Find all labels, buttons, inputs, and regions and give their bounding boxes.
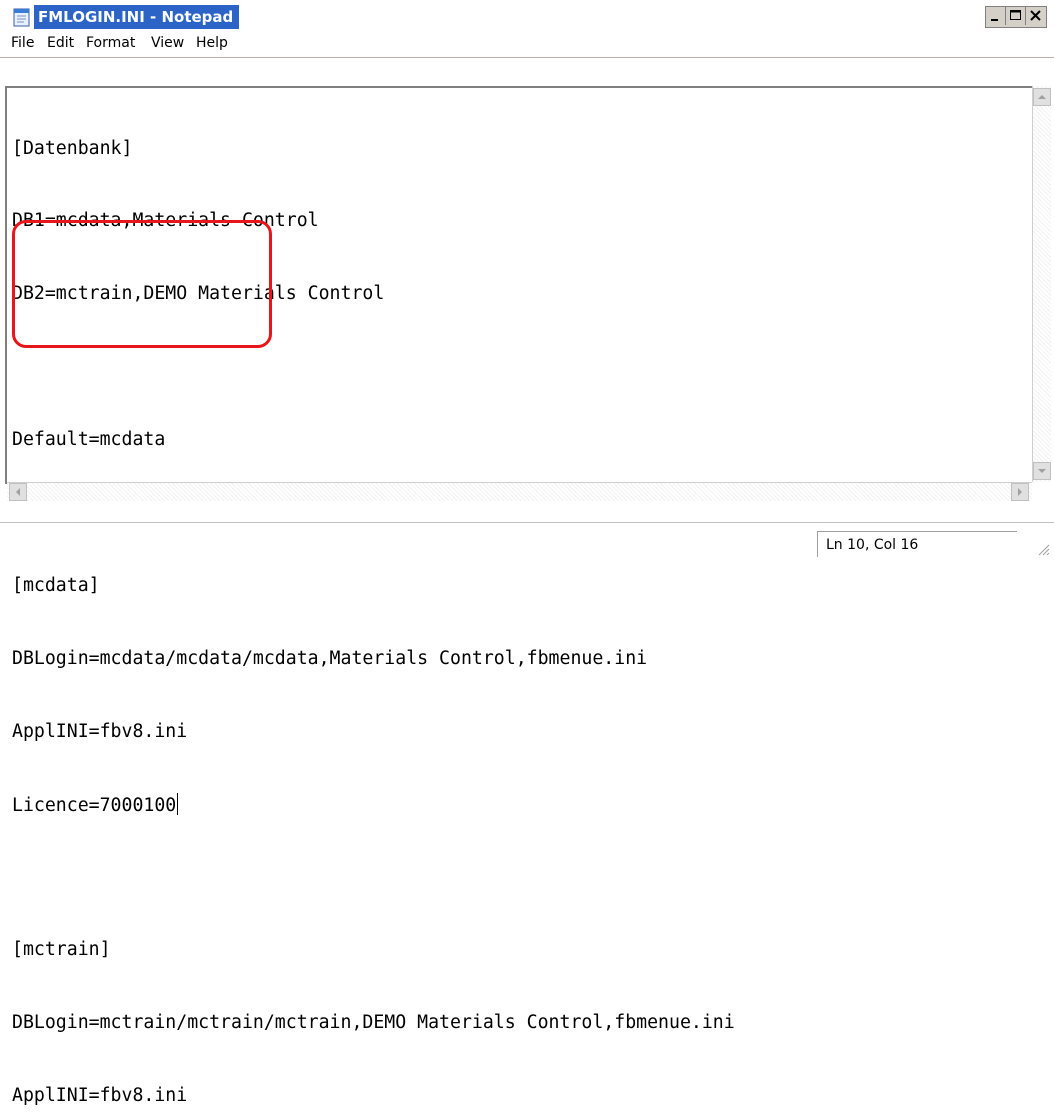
minimize-icon bbox=[991, 19, 998, 21]
arrow-left-icon bbox=[16, 488, 20, 496]
window-controls bbox=[985, 6, 1047, 28]
text-line: DBLogin=mcdata/mcdata/mcdata,Materials C… bbox=[12, 647, 648, 669]
scroll-right-button[interactable] bbox=[1011, 483, 1029, 501]
menu-edit[interactable]: Edit bbox=[47, 34, 74, 52]
close-button[interactable] bbox=[1026, 7, 1046, 25]
menu-view[interactable]: View bbox=[151, 34, 184, 52]
text-line: DBLogin=mctrain/mctrain/mctrain,DEMO Mat… bbox=[12, 1012, 735, 1034]
text-line: [Datenbank] bbox=[12, 137, 133, 159]
maximize-button[interactable] bbox=[1006, 7, 1026, 25]
arrow-down-icon bbox=[1038, 469, 1046, 473]
minimize-button[interactable] bbox=[986, 7, 1006, 25]
text-line: Default=mcdata bbox=[12, 429, 166, 451]
horizontal-scrollbar[interactable] bbox=[7, 482, 1032, 501]
menu-file[interactable]: File bbox=[11, 34, 34, 52]
window-title: FMLOGIN.INI - Notepad bbox=[34, 5, 240, 29]
arrow-up-icon bbox=[1038, 95, 1046, 99]
notepad-window: FMLOGIN.INI - Notepad File Edit Format V… bbox=[0, 0, 1054, 1106]
menu-format[interactable]: Format bbox=[86, 34, 135, 52]
text-line: [mcdata] bbox=[12, 574, 100, 596]
close-icon bbox=[1030, 10, 1041, 21]
annotation-highlight-box bbox=[12, 220, 272, 348]
text-line bbox=[12, 355, 1022, 379]
text-caret bbox=[177, 792, 179, 815]
text-line: [mctrain] bbox=[12, 939, 111, 961]
title-bar[interactable]: FMLOGIN.INI - Notepad bbox=[3, 3, 1051, 29]
text-line: ApplINI=fbv8.ini bbox=[12, 720, 188, 742]
scroll-down-button[interactable] bbox=[1033, 462, 1051, 480]
scroll-left-button[interactable] bbox=[9, 483, 27, 501]
menu-help[interactable]: Help bbox=[196, 34, 228, 52]
status-bar: Ln 10, Col 16 bbox=[0, 522, 1054, 560]
menu-bar: File Edit Format View Help bbox=[0, 29, 1054, 58]
notepad-icon bbox=[13, 7, 31, 27]
maximize-icon bbox=[1010, 10, 1021, 20]
vertical-scrollbar[interactable] bbox=[1032, 86, 1051, 482]
arrow-right-icon bbox=[1018, 488, 1022, 496]
cursor-position: Ln 10, Col 16 bbox=[817, 531, 1017, 557]
text-line: ApplINI=fbv8.ini bbox=[12, 1085, 188, 1107]
text-line bbox=[12, 866, 1022, 890]
text-line-content: Licence=7000100 bbox=[12, 794, 177, 816]
scroll-up-button[interactable] bbox=[1033, 88, 1051, 106]
resize-grip-icon[interactable] bbox=[1036, 542, 1050, 556]
text-line-with-caret: Licence=7000100 bbox=[12, 792, 1022, 817]
